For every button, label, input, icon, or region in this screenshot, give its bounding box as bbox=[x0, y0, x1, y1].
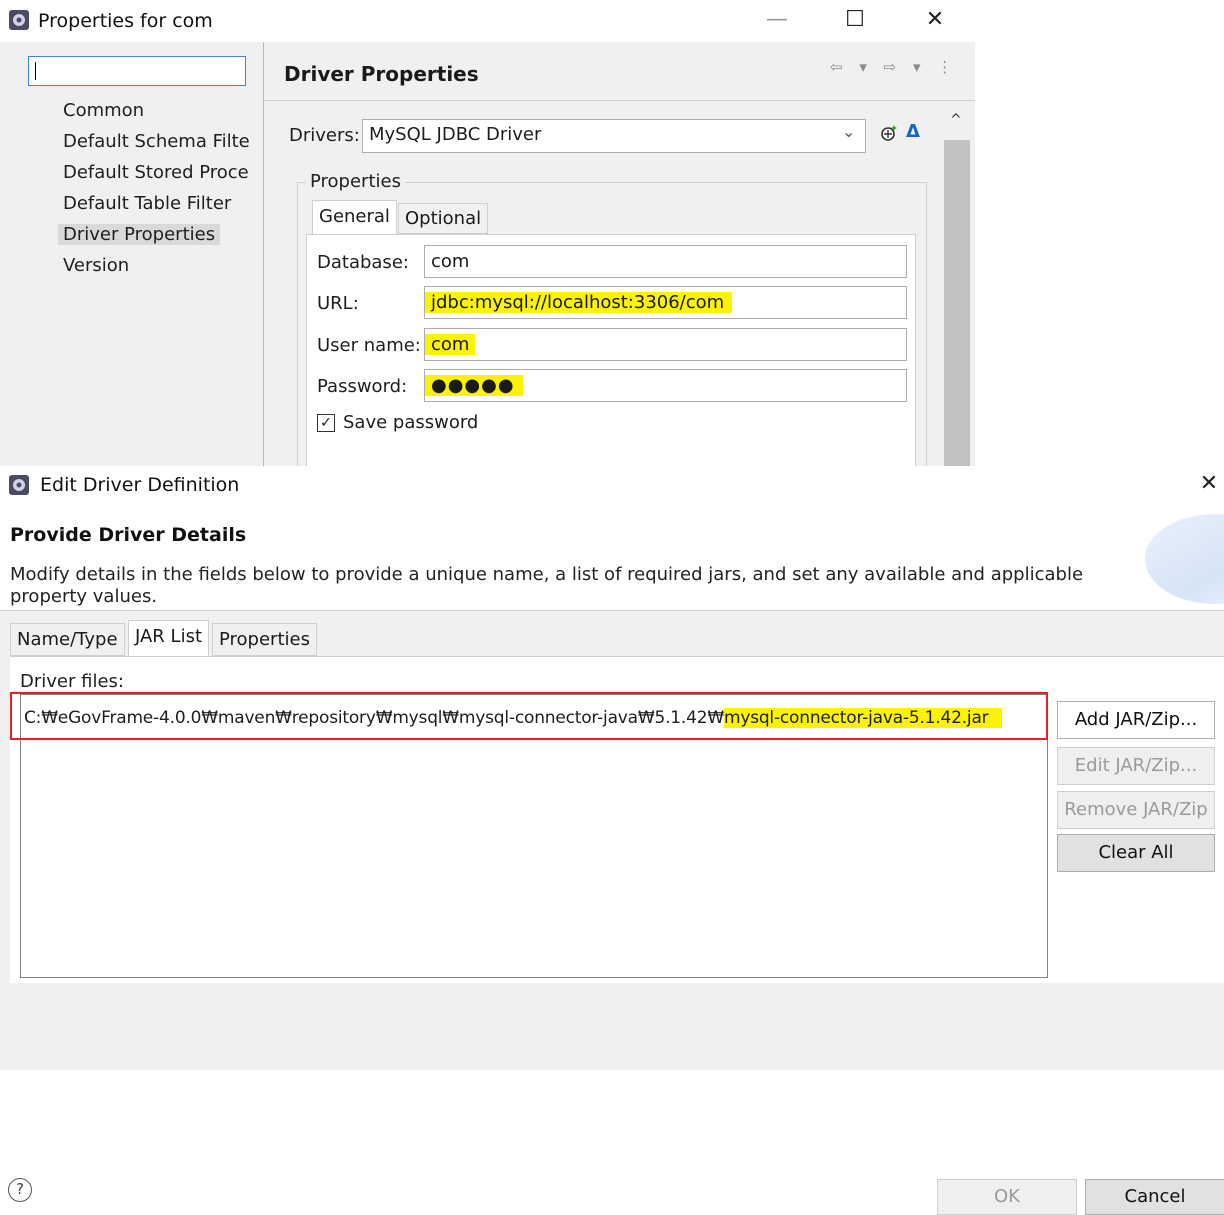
tree-item-default-table-filter[interactable]: Default Table Filter bbox=[63, 193, 231, 214]
window-title: Properties for com bbox=[38, 10, 213, 32]
remove-jar-button[interactable]: Remove JAR/Zip bbox=[1057, 791, 1215, 829]
chevron-down-icon[interactable]: ⌄ bbox=[842, 122, 855, 141]
username-value: com bbox=[425, 334, 476, 355]
scroll-up-arrow-icon[interactable]: ^ bbox=[950, 112, 962, 128]
cancel-button[interactable]: Cancel bbox=[1085, 1179, 1224, 1215]
tab-general[interactable]: General bbox=[312, 200, 397, 234]
app-gear-icon bbox=[9, 10, 29, 30]
filter-input[interactable] bbox=[28, 56, 246, 86]
drivers-label: Drivers: bbox=[289, 125, 360, 146]
url-field[interactable]: jdbc:mysql://localhost:3306/com bbox=[424, 286, 907, 319]
tree-item-driver-properties[interactable]: Driver Properties bbox=[58, 224, 221, 245]
tree-item-version[interactable]: Version bbox=[63, 255, 129, 276]
password-field[interactable]: ●●●●● bbox=[424, 369, 907, 402]
database-value: com bbox=[431, 251, 470, 272]
annotation-highlight-box bbox=[10, 692, 1048, 740]
edit-jar-button[interactable]: Edit JAR/Zip... bbox=[1057, 747, 1215, 785]
drivers-dropdown-value: MySQL JDBC Driver bbox=[369, 124, 542, 145]
app-gear-icon bbox=[9, 475, 29, 495]
username-field[interactable]: com bbox=[424, 328, 907, 361]
password-value: ●●●●● bbox=[425, 375, 523, 396]
save-password-label: Save password bbox=[343, 412, 479, 433]
edit-driver-icon[interactable]: Δ bbox=[906, 121, 920, 142]
edit-driver-dialog: Edit Driver Definition ✕ Provide Driver … bbox=[0, 466, 1224, 1215]
maximize-button[interactable]: ☐ bbox=[838, 6, 872, 34]
add-jar-button[interactable]: Add JAR/Zip... bbox=[1057, 701, 1215, 739]
ok-button[interactable]: OK bbox=[937, 1179, 1077, 1215]
tree-item-default-stored-procedure[interactable]: Default Stored Proce bbox=[63, 162, 249, 183]
database-field[interactable]: com bbox=[424, 245, 907, 278]
close-button[interactable]: ✕ bbox=[1192, 470, 1224, 498]
username-label: User name: bbox=[317, 335, 421, 356]
url-label: URL: bbox=[317, 293, 359, 314]
dialog-description: Modify details in the fields below to pr… bbox=[10, 564, 1084, 607]
close-button[interactable]: ✕ bbox=[918, 6, 952, 34]
tab-optional[interactable]: Optional bbox=[398, 203, 489, 234]
text-cursor bbox=[35, 62, 36, 80]
database-label: Database: bbox=[317, 252, 409, 273]
help-icon[interactable]: ? bbox=[8, 1178, 32, 1202]
properties-window: Properties for com — ☐ ✕ Common Default … bbox=[0, 0, 975, 466]
tree-item-common[interactable]: Common bbox=[63, 100, 144, 121]
tab-jar-list[interactable]: JAR List bbox=[128, 620, 209, 656]
url-value: jdbc:mysql://localhost:3306/com bbox=[425, 292, 733, 313]
tab-properties[interactable]: Properties bbox=[212, 623, 317, 656]
scrollbar-thumb[interactable] bbox=[944, 140, 970, 466]
save-password-checkbox[interactable]: ✓ bbox=[317, 414, 335, 432]
dialog-footer: ? OK Cancel bbox=[0, 986, 1224, 1215]
dialog-heading: Provide Driver Details bbox=[10, 524, 247, 546]
pane-divider[interactable] bbox=[263, 42, 264, 466]
dialog-title: Edit Driver Definition bbox=[40, 474, 240, 496]
password-label: Password: bbox=[317, 376, 408, 397]
tab-name-type[interactable]: Name/Type bbox=[10, 623, 125, 656]
new-driver-icon[interactable] bbox=[880, 124, 898, 142]
back-forward-menu-icons[interactable]: ⇦ ▾ ⇨ ▾ ⋮ bbox=[830, 58, 958, 76]
properties-group-label: Properties bbox=[306, 171, 405, 192]
driver-files-label: Driver files: bbox=[20, 671, 124, 692]
tree-item-default-schema-filter[interactable]: Default Schema Filte bbox=[63, 131, 250, 152]
minimize-button[interactable]: — bbox=[760, 6, 794, 34]
page-title: Driver Properties bbox=[284, 62, 479, 86]
clear-all-button[interactable]: Clear All bbox=[1057, 834, 1215, 872]
